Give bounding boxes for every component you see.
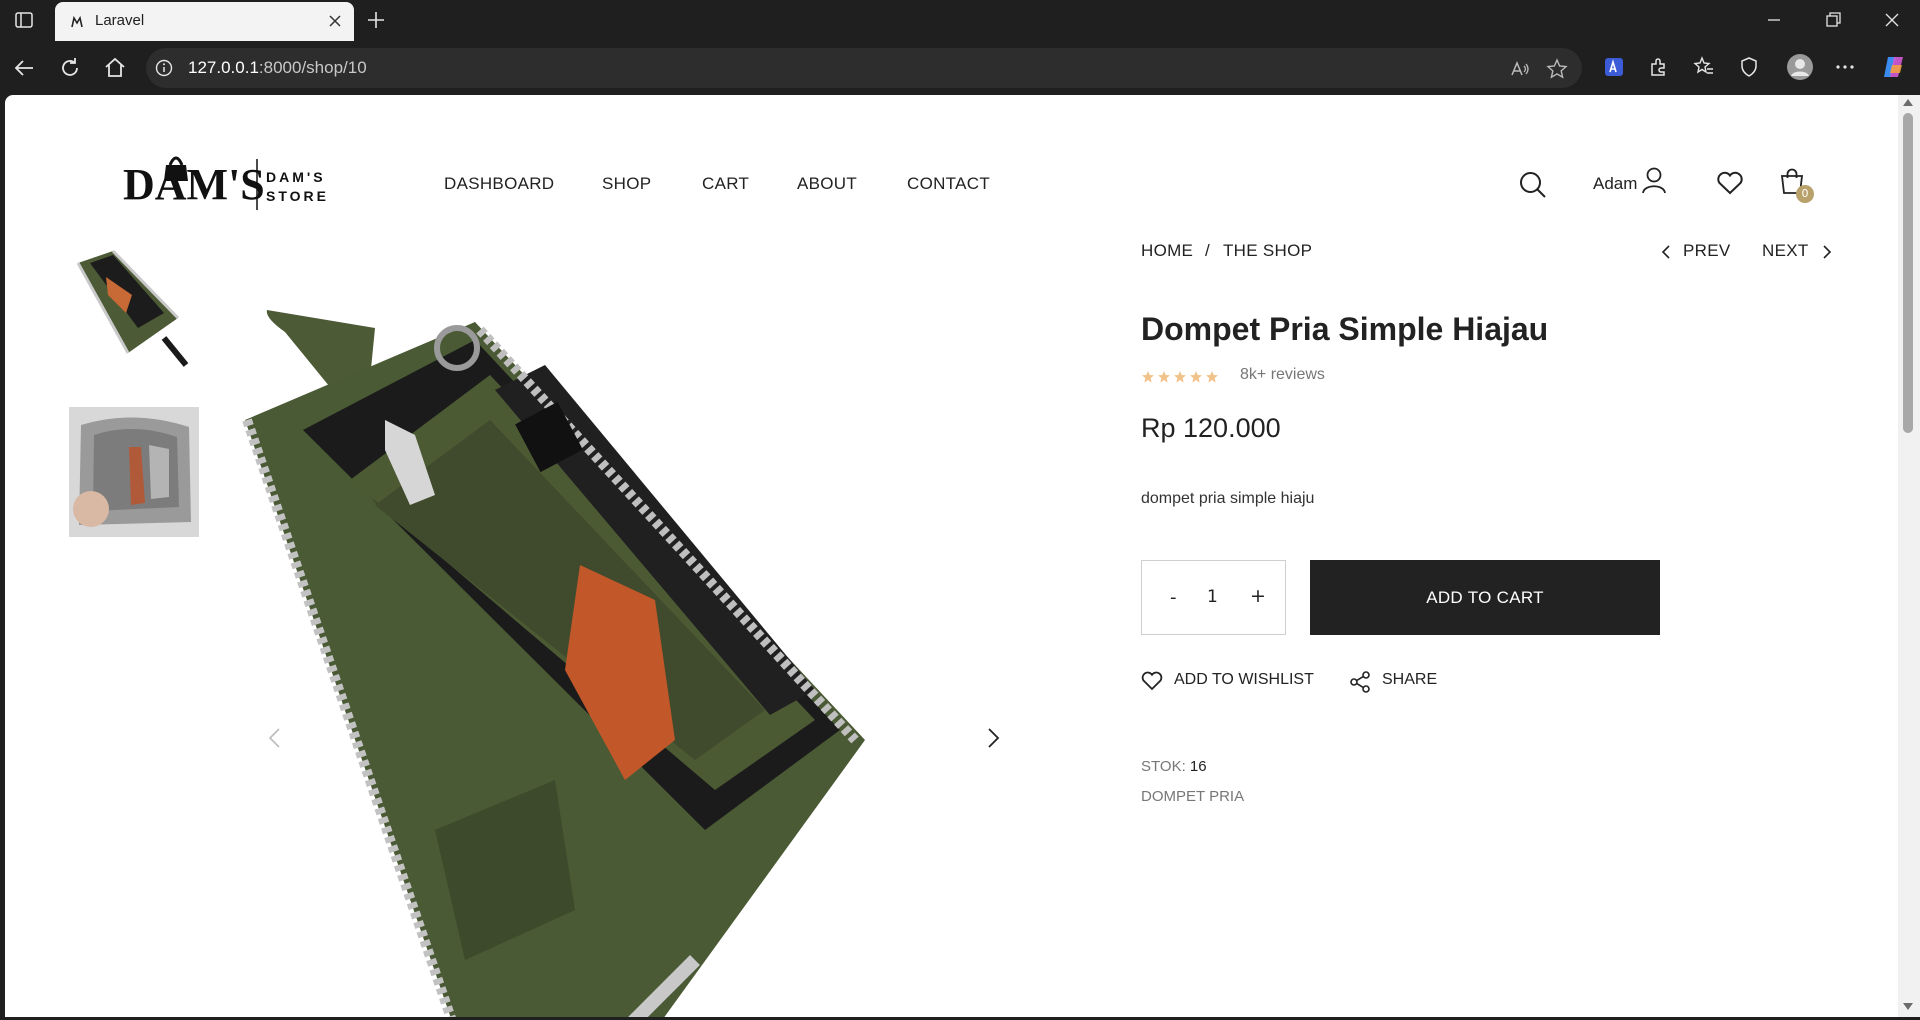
product-title: Dompet Pria Simple Hiajau (1141, 311, 1549, 347)
product-description: dompet pria simple hiaju (1141, 490, 1315, 507)
product-price: Rp 120.000 (1141, 413, 1281, 443)
minimize-icon[interactable] (1764, 10, 1784, 30)
scroll-down-arrow-icon[interactable] (1903, 1003, 1913, 1010)
scrollbar-thumb[interactable] (1903, 113, 1913, 433)
star-icon (1174, 371, 1186, 383)
profile-avatar-icon[interactable] (1786, 53, 1814, 81)
nav-shop[interactable]: SHOP (602, 174, 651, 194)
browser-address-row: 127.0.0.1:8000/shop/10 (0, 41, 1920, 95)
cart-count-badge: 0 (1796, 185, 1814, 203)
prev-chevron-icon[interactable] (1660, 244, 1672, 260)
breadcrumb-home[interactable]: HOME (1141, 241, 1193, 261)
scroll-up-arrow-icon[interactable] (1903, 99, 1913, 106)
star-icon (1158, 371, 1170, 383)
browser-tabbar: Laravel (0, 0, 1920, 41)
tab-title: Laravel (95, 12, 145, 29)
window-close-icon[interactable] (1882, 10, 1902, 30)
nav-dashboard[interactable]: DASHBOARD (444, 174, 554, 194)
wishlist-label: ADD TO WISHLIST (1174, 671, 1314, 688)
home-icon[interactable] (102, 55, 128, 81)
search-icon[interactable] (1518, 170, 1548, 200)
translate-icon[interactable] (1602, 55, 1626, 79)
page-viewport: DAM'S DAM'S STORE DASHBOARD SHOP CART AB… (5, 95, 1898, 1017)
restore-icon[interactable] (1823, 10, 1843, 30)
add-to-cart-button[interactable]: ADD TO CART (1310, 560, 1660, 635)
tab-close-icon[interactable] (327, 13, 343, 29)
qty-input[interactable]: 1 (1207, 587, 1218, 607)
url-host: 127.0.0.1 (188, 58, 259, 77)
browser-essentials-icon[interactable] (1737, 55, 1761, 79)
slider-prev-arrow-icon[interactable] (267, 727, 283, 749)
breadcrumb-separator: / (1205, 241, 1211, 260)
new-tab-icon[interactable] (366, 10, 386, 30)
user-icon[interactable] (1641, 166, 1667, 194)
refresh-icon[interactable] (57, 55, 83, 81)
slider-next-arrow-icon[interactable] (985, 727, 1001, 749)
favorites-icon[interactable] (1692, 55, 1716, 79)
next-product-link[interactable]: NEXT (1762, 241, 1809, 261)
qty-increase-button[interactable]: + (1250, 585, 1266, 607)
prev-product-link[interactable]: PREV (1683, 241, 1731, 261)
share-icon (1350, 671, 1370, 693)
back-arrow-icon[interactable] (11, 55, 37, 81)
rating-stars (1142, 371, 1218, 383)
qty-decrease-button[interactable]: - (1170, 587, 1177, 608)
laravel-favicon-icon (71, 15, 83, 28)
wishlist-heart-icon (1141, 671, 1163, 691)
product-thumbnail-2[interactable] (69, 407, 199, 537)
quantity-stepper: - 1 + (1141, 560, 1286, 635)
extensions-icon[interactable] (1647, 55, 1671, 79)
nav-cart[interactable]: CART (702, 174, 749, 194)
wishlist-heart-icon[interactable] (1716, 171, 1744, 195)
more-options-icon[interactable] (1833, 55, 1857, 79)
stock-value: 16 (1189, 758, 1207, 775)
url-path: :8000/shop/10 (258, 58, 367, 77)
user-name[interactable]: Adam (1593, 174, 1637, 194)
dams-store-logo[interactable]: DAM'S DAM'S STORE (123, 145, 338, 210)
stock-info: STOK: 16 (1141, 758, 1207, 775)
nav-contact[interactable]: CONTACT (907, 174, 990, 194)
product-main-image[interactable] (225, 270, 905, 1017)
sidebar-toggle-icon[interactable] (14, 10, 34, 30)
next-chevron-icon[interactable] (1821, 244, 1833, 260)
read-aloud-icon[interactable] (1509, 58, 1531, 80)
logo-brand-text: DAM'S (123, 160, 265, 209)
review-count: 8k+ reviews (1240, 366, 1325, 383)
star-icon (1190, 371, 1202, 383)
star-icon (1142, 371, 1154, 383)
nav-about[interactable]: ABOUT (797, 174, 857, 194)
favorite-star-icon[interactable] (1546, 58, 1568, 80)
share-label: SHARE (1382, 671, 1438, 688)
url-text[interactable]: 127.0.0.1:8000/shop/10 (188, 58, 367, 78)
copilot-icon[interactable] (1880, 53, 1908, 81)
stock-label: STOK: (1141, 758, 1186, 775)
site-info-icon[interactable] (155, 59, 173, 77)
address-bar[interactable]: 127.0.0.1:8000/shop/10 (146, 48, 1582, 88)
product-thumbnail-1[interactable] (68, 243, 198, 373)
page-scrollbar[interactable] (1898, 95, 1920, 1017)
breadcrumb-the-shop[interactable]: THE SHOP (1223, 241, 1312, 261)
browser-tab-active[interactable]: Laravel (55, 2, 354, 41)
logo-store-text: STORE (266, 188, 329, 204)
product-category[interactable]: DOMPET PRIA (1141, 788, 1244, 805)
star-icon (1206, 371, 1218, 383)
logo-dams-text: DAM'S (266, 169, 326, 185)
